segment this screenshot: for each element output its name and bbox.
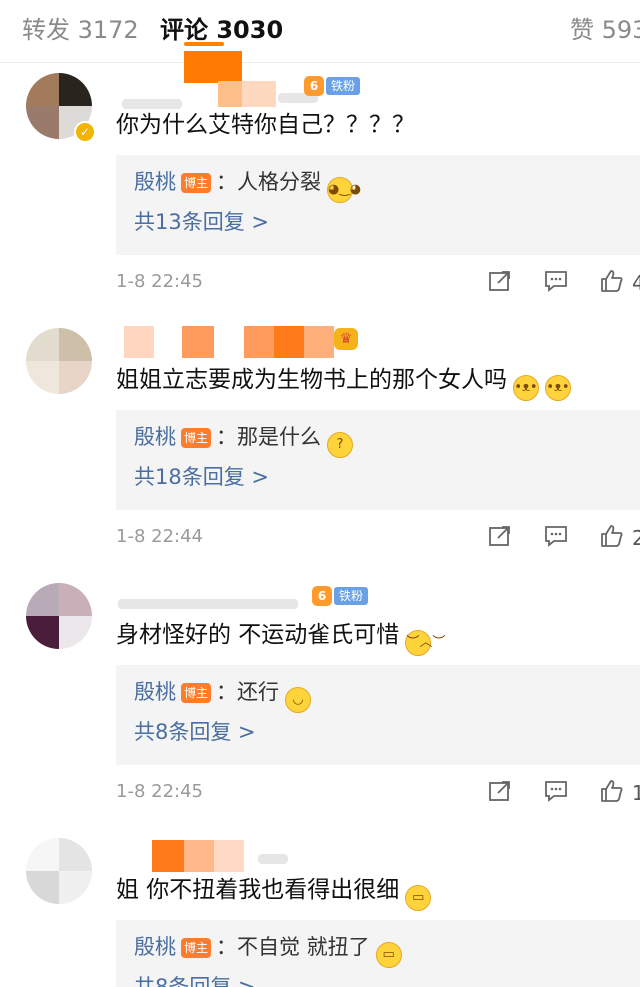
comment-item: 姐 你不扭着我也看得出很细 ▭ 殷桃 博主 ：不自觉 就扭了 ▭ 共8条回复 > [0, 828, 640, 987]
verified-badge-icon: ✓ [74, 121, 96, 143]
timestamp: 1-8 22:45 [116, 781, 203, 802]
blogger-tag: 博主 [181, 938, 211, 958]
tab-like[interactable]: 赞 593 [570, 10, 640, 45]
comment-meta: 1-8 22:44 2 [116, 524, 640, 554]
reply-text: ：人格分裂 [216, 170, 321, 194]
fan-level-icon: 6 [312, 586, 332, 606]
like-count: 4 [632, 271, 640, 295]
comment-icon[interactable] [544, 524, 568, 548]
doge-emoji-icon: •ᴥ• [545, 375, 571, 401]
comment-text-body: 姐姐立志要成为生物书上的那个女人吗 [116, 367, 507, 393]
doge-emoji-icon: •ᴥ• [513, 375, 539, 401]
emoji-icon: ◕‿◕ [327, 177, 361, 203]
username-mosaic[interactable] [118, 326, 348, 362]
timestamp: 1-8 22:45 [116, 271, 203, 292]
reply-text: ：不自觉 就扭了 [216, 935, 370, 959]
share-icon[interactable] [488, 269, 512, 293]
reply-line: 殷桃 博主 ：人格分裂 ◕‿◕ [134, 167, 361, 203]
reply-author[interactable]: 殷桃 [134, 425, 176, 449]
thinking-emoji-icon: ? [327, 432, 353, 458]
reply-line: 殷桃 博主 ：那是什么? [134, 422, 353, 458]
active-tab-indicator [184, 42, 224, 46]
avatar[interactable] [26, 328, 92, 394]
reply-author[interactable]: 殷桃 [134, 935, 176, 959]
avatar[interactable] [26, 838, 92, 904]
thumbs-up-icon[interactable] [600, 269, 624, 293]
username-mosaic[interactable] [118, 836, 348, 872]
avatar[interactable] [26, 583, 92, 649]
comment-tabs: 转发 3172 评论 3030 赞 593 [0, 0, 640, 63]
comment-text: 身材怪好的 不运动雀氏可惜 ︶︿︶ [116, 619, 445, 656]
reply-count-link[interactable]: 共13条回复 > [134, 207, 269, 237]
reply-preview[interactable]: 殷桃 博主 ：人格分裂 ◕‿◕ 共13条回复 > [116, 155, 640, 255]
fan-badge: 6 铁粉 [312, 585, 369, 607]
comment-meta: 1-8 22:45 1 [116, 779, 640, 809]
reply-author[interactable]: 殷桃 [134, 680, 176, 704]
reply-preview[interactable]: 殷桃 博主 ：那是什么? 共18条回复 > [116, 410, 640, 510]
timestamp: 1-8 22:44 [116, 526, 203, 547]
thumbs-up-icon[interactable] [600, 779, 624, 803]
grin-emoji-icon: ▭ [405, 885, 432, 911]
thumbs-up-icon[interactable] [600, 524, 624, 548]
reply-text: ：那是什么 [216, 425, 321, 449]
share-icon[interactable] [488, 779, 512, 803]
fan-badge: 6 铁粉 [304, 75, 361, 97]
tab-repost[interactable]: 转发 3172 [22, 10, 139, 45]
reply-text: ：还行 [216, 680, 279, 704]
comment-text-body: 姐 你不扭着我也看得出很细 [116, 877, 400, 903]
comment-item: ✓ 6 铁粉 你为什么艾特你自己？？？？ 殷桃 博主 ：人格分裂 ◕‿◕ 共13条回复… [0, 51, 640, 319]
reply-line: 殷桃 博主 ：不自觉 就扭了 ▭ [134, 932, 402, 968]
comment-item: ♛ 姐姐立志要成为生物书上的那个女人吗 •ᴥ• •ᴥ• 殷桃 博主 ：那是什么? 共18… [0, 318, 640, 574]
comment-text-body: 身材怪好的 不运动雀氏可惜 [116, 622, 400, 648]
like-count: 2 [632, 526, 640, 550]
fan-level-icon: 6 [304, 76, 324, 96]
reply-author[interactable]: 殷桃 [134, 170, 176, 194]
like-count: 1 [632, 781, 640, 805]
reply-line: 殷桃 博主 ：还行 ◡ [134, 677, 311, 713]
share-icon[interactable] [488, 524, 512, 548]
comment-text: 姐姐立志要成为生物书上的那个女人吗 •ᴥ• •ᴥ• [116, 364, 571, 401]
grin-emoji-icon: ▭ [375, 942, 402, 968]
blogger-tag: 博主 [181, 428, 211, 448]
smile-emoji-icon: ◡ [285, 687, 311, 713]
comment-item: 6 铁粉 身材怪好的 不运动雀氏可惜 ︶︿︶ 殷桃 博主 ：还行 ◡ 共8条回复 > 1… [0, 573, 640, 829]
comment-meta: 1-8 22:45 4 [116, 269, 640, 299]
comment-icon[interactable] [544, 269, 568, 293]
comment-text: 你为什么艾特你自己？？？？ [116, 112, 415, 138]
fan-badge-label: 铁粉 [326, 77, 361, 95]
reply-count-link[interactable]: 共18条回复 > [134, 462, 269, 492]
reply-preview[interactable]: 殷桃 博主 ：不自觉 就扭了 ▭ 共8条回复 > [116, 920, 640, 987]
reply-count-link[interactable]: 共8条回复 > [134, 972, 256, 987]
tab-comment[interactable]: 评论 3030 [160, 10, 283, 45]
crown-badge-icon: ♛ [334, 328, 358, 350]
blogger-tag: 博主 [181, 173, 211, 193]
reply-preview[interactable]: 殷桃 博主 ：还行 ◡ 共8条回复 > [116, 665, 640, 765]
comment-icon[interactable] [544, 779, 568, 803]
comment-text: 姐 你不扭着我也看得出很细 ▭ [116, 874, 432, 911]
sad-emoji-icon: ︶︿︶ [405, 630, 445, 656]
fan-badge-label: 铁粉 [334, 587, 369, 605]
blogger-tag: 博主 [181, 683, 211, 703]
reply-count-link[interactable]: 共8条回复 > [134, 717, 256, 747]
